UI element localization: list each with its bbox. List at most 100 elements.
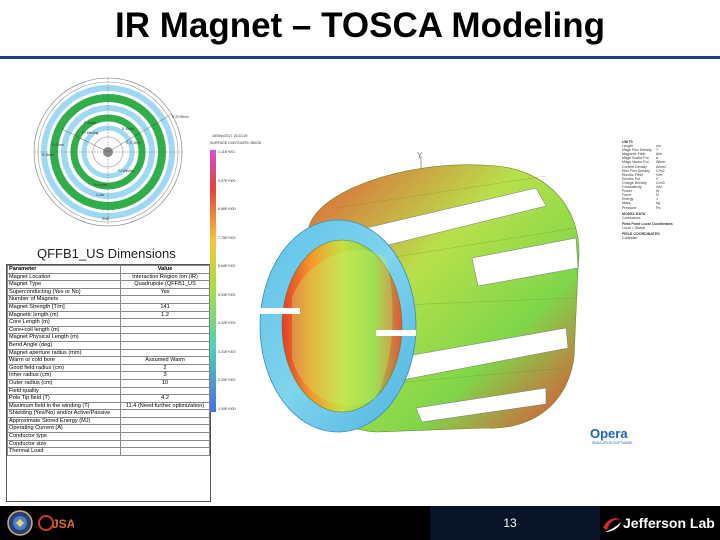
scale-label: 3.31E+000 <box>218 349 236 354</box>
field-value: Local = Global <box>622 225 646 230</box>
table-row: Magnetic length (m) 1.2 <box>6 310 210 320</box>
table-row: Warm or cold bore Assumed Warm <box>6 356 210 365</box>
table-row: Thermal Load <box>6 447 210 456</box>
magnet-cross-section-drawing: P1 Winding P2 Winding R 20.99mm R 27.5mm… <box>22 74 202 242</box>
table-row: Field quality <box>6 386 210 396</box>
jefferson-lab-swirl-icon <box>603 518 621 532</box>
parameter-cell: Thermal Load <box>6 447 122 456</box>
xsection-label: R 20.99mm <box>172 115 189 119</box>
parameter-cell: Approximate Stored Energy (MJ) <box>6 416 122 426</box>
value-cell <box>120 295 210 304</box>
parameter-cell: Magnetic length (m) <box>6 310 122 320</box>
value-cell <box>120 416 210 426</box>
units-row: Pressure Pa <box>622 206 720 210</box>
value-cell: Interaction Region Ion (IR) <box>120 272 210 282</box>
table-row: Pole Tip field (T) 4.2 <box>6 394 210 403</box>
table-row: Bend Angle (deg) <box>6 340 210 350</box>
table-row: Magnet Type Quadrupole (QFFB1_US <box>6 280 210 289</box>
slide-footer: JSA 13 Jefferson Lab <box>0 506 720 540</box>
jsa-text: JSA <box>52 517 74 531</box>
dimensions-table-container: Parameter Value Magnet Location Interacti… <box>6 264 211 502</box>
value-cell <box>120 348 210 358</box>
value-cell: 4.2 <box>120 394 210 403</box>
svg-text:Y: Y <box>417 151 423 160</box>
table-header-row: Parameter Value <box>6 265 210 274</box>
parameter-cell: Maximum field in the winding (T) <box>6 401 122 411</box>
unit-quantity: Pressure <box>622 205 637 210</box>
scale-date: 16/Sep/2017 15:22:29 <box>212 134 248 138</box>
scale-label: 4.42E+000 <box>218 321 236 325</box>
xsection-label: Collar <box>96 193 105 197</box>
table-row: Magnet Physical Length (m) <box>6 333 210 342</box>
value-cell: 11.4 (Need further optimization) <box>120 401 210 411</box>
xsection-label: R 38mm <box>42 153 54 157</box>
value-cell: 141 <box>120 302 210 312</box>
dimensions-table-heading: QFFB1_US Dimensions <box>37 246 176 261</box>
parameter-cell: Conductor size <box>6 439 122 449</box>
parameter-cell: Field quality <box>6 386 122 396</box>
value-cell <box>120 439 210 449</box>
xsection-label: R 63mm <box>52 143 64 147</box>
table-row: Core+coil length (m) <box>6 325 210 335</box>
unit-value: Pa <box>656 205 661 210</box>
parameter-cell: Shielding (Yes/No) and/or Active/Passive <box>6 409 122 418</box>
magnet-3d-field-render: Y <box>259 151 580 433</box>
scale-label: 9.97E+000 <box>218 178 236 183</box>
parameter-cell: Outer radius (cm) <box>6 378 122 388</box>
value-cell: 1.2 <box>120 310 210 320</box>
xsection-label: Iron yoke <box>94 183 107 187</box>
slide-title: IR Magnet – TOSCA Modeling <box>114 6 606 45</box>
column-header-value: Value <box>120 265 210 274</box>
parameter-cell: Magnet Physical Length (m) <box>6 333 122 342</box>
xsection-label: R 56mm <box>84 121 96 125</box>
table-row: Conductor type <box>6 432 210 441</box>
xsection-label: P2 Winding <box>118 169 135 173</box>
value-cell: Assumed Warm <box>120 356 210 365</box>
field-color-scale: 16/Sep/2017 15:22:29 SURFACE CONTOURS: B… <box>208 132 261 422</box>
color-scale-bar <box>210 150 216 412</box>
value-cell <box>120 333 210 342</box>
xsection-label: Shell <box>102 217 109 221</box>
table-row: Inner radius (cm) 3 <box>6 371 210 380</box>
scale-label: 2.20E+000 <box>218 378 236 382</box>
value-cell <box>120 325 210 335</box>
value-cell <box>120 386 210 396</box>
parameter-cell: Conductor type <box>6 432 122 441</box>
parameter-cell: Pole Tip field (T) <box>6 394 122 403</box>
page-number: 13 <box>503 516 517 530</box>
value-cell: Yes <box>120 287 210 297</box>
table-row: Magnet Strength [T/m] 141 <box>6 302 210 312</box>
scale-label: 8.86E+000 <box>218 207 236 211</box>
parameter-cell: Operating Current (A) <box>6 424 122 434</box>
opera-logo: Opera <box>590 426 628 441</box>
tosca-info-panel: UNITS Length cm Magn Flux Density T Magnetic… <box>622 138 720 272</box>
field-coords: Cartesian <box>622 236 638 241</box>
table-row: Outer radius (cm) 10 <box>6 378 210 388</box>
table-row: Conductor size <box>6 439 210 449</box>
parameter-cell: Number of Magnets <box>6 295 122 304</box>
xsection-label: R 27.5mm <box>126 141 141 145</box>
xsection-label: R 45mm <box>122 127 134 131</box>
parameter-cell: Magnet aperture radius (mm) <box>6 348 122 358</box>
opera-logo-subtitle: SIMULATION SOFTWARE <box>592 441 633 445</box>
model-value: Conductors <box>622 215 641 220</box>
value-cell <box>120 409 210 418</box>
scale-label: 6.64E+000 <box>218 264 236 268</box>
parameter-cell: Magnet Type <box>6 280 122 289</box>
doe-seal-icon <box>7 510 33 536</box>
table-row: Approximate Stored Energy (MJ) <box>6 416 210 426</box>
table-row: Magnet aperture radius (mm) <box>6 348 210 358</box>
parameter-cell: Superconducting (Yes or No) <box>6 287 122 297</box>
title-divider <box>0 56 720 59</box>
value-cell: 2 <box>120 363 210 373</box>
jsa-logo: JSA <box>38 515 74 531</box>
value-cell <box>120 340 210 350</box>
table-row: Maximum field in the winding (T) 11.4 (Ne… <box>6 401 210 411</box>
parameter-cell: Good field radius (cm) <box>6 363 122 373</box>
parameter-cell: Core Length (m) <box>6 318 122 327</box>
table-row: Number of Magnets <box>6 295 210 304</box>
jefferson-lab-label: Jefferson Lab <box>623 515 715 531</box>
value-cell <box>120 447 210 456</box>
parameter-cell: Magnet Strength [T/m] <box>6 302 122 312</box>
table-row: Magnet Location Interaction Region Ion (I… <box>6 272 210 282</box>
